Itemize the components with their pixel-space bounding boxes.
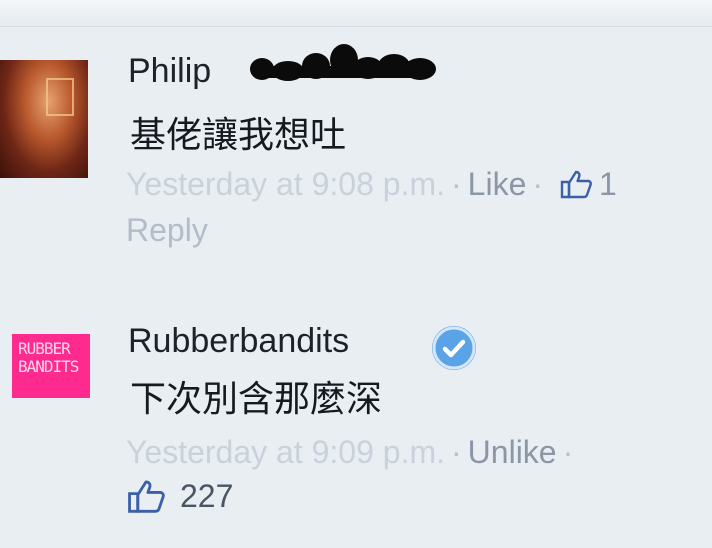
comment-meta: Yesterday at 9:08 p.m. · Like · 1 (126, 166, 617, 207)
comment-author-name[interactable]: Rubberbandits (128, 322, 349, 361)
separator-dot: · (451, 166, 462, 202)
thumbs-up-icon[interactable] (559, 169, 593, 207)
top-strip (0, 0, 712, 27)
separator-dot: · (451, 434, 462, 470)
avatar-philip[interactable] (0, 60, 88, 178)
like-count[interactable]: 227 (180, 478, 233, 515)
avatar-photo-detail (46, 78, 74, 116)
avatar-logo-text: RUBBER (18, 339, 71, 358)
comment-timestamp[interactable]: Yesterday at 9:09 p.m. (126, 434, 445, 470)
avatar-logo-text: BANDITS (18, 357, 79, 376)
comment-meta: Yesterday at 9:09 p.m. · Unlike · (126, 434, 579, 471)
comment-timestamp[interactable]: Yesterday at 9:08 p.m. (126, 166, 445, 202)
comment-message: 基佬讓我想吐 (130, 114, 347, 155)
thumbs-up-icon[interactable] (126, 478, 166, 519)
comment-message: 下次別含那麼深 (130, 378, 383, 419)
verified-badge-icon (432, 326, 476, 370)
unlike-link[interactable]: Unlike (468, 434, 557, 470)
like-count[interactable]: 1 (599, 166, 617, 202)
separator-dot: · (532, 166, 544, 202)
redaction-scribble (250, 44, 436, 81)
reply-link[interactable]: Reply (126, 212, 208, 249)
comment-author-name[interactable]: Philip (128, 52, 211, 91)
like-link[interactable]: Like (468, 166, 527, 202)
avatar-rubberbandits[interactable]: RUBBER BANDITS (12, 334, 90, 398)
separator-dot: · (562, 434, 574, 470)
